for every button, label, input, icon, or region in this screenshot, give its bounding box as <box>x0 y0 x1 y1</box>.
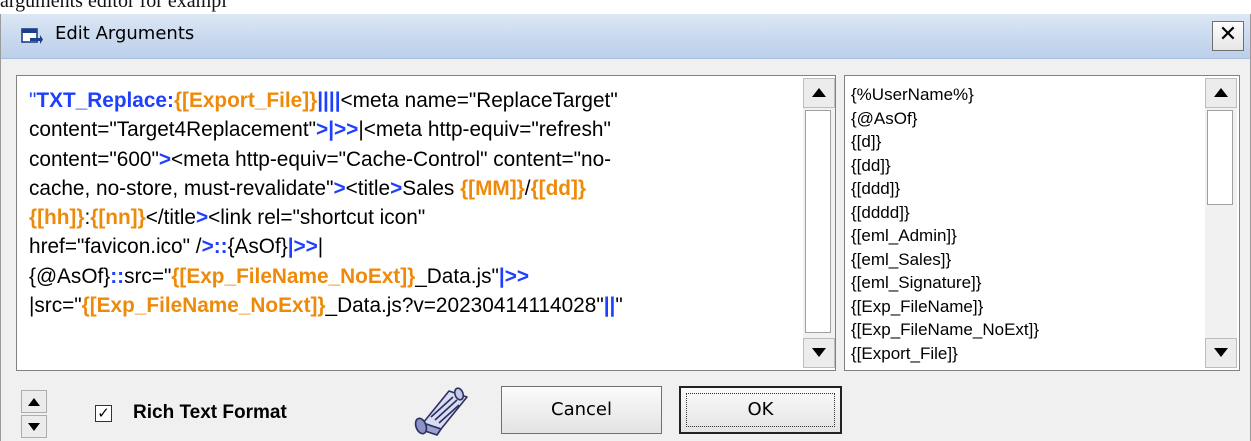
spin-down-button[interactable] <box>21 415 47 438</box>
list-scroll-down-button[interactable] <box>1205 338 1237 368</box>
editor-token: </title <box>145 206 196 230</box>
editor-token: >:: <box>201 235 228 259</box>
ok-button[interactable]: OK <box>679 386 842 434</box>
editor-token: {[dd]} <box>530 176 587 200</box>
editor-token: |>> <box>287 235 318 259</box>
editor-token: href="favicon.ico" / <box>29 235 202 259</box>
list-item[interactable]: {%UserName%} <box>851 83 1207 107</box>
editor-token: |<meta http-equiv="refresh" <box>358 118 611 142</box>
list-item[interactable]: {[ddd]} <box>851 177 1207 201</box>
editor-token: <meta http-equiv="Cache-Control" content… <box>171 147 612 171</box>
editor-token: {[nn]} <box>90 206 146 230</box>
arrow-down-icon <box>812 348 826 357</box>
editor-line: |src="{[Exp_FileName_NoExt]}_Data.js?v=2… <box>29 291 814 320</box>
list-scroll-thumb[interactable] <box>1207 110 1233 205</box>
editor-token: _Data.js?v=20230414114028" <box>325 294 604 318</box>
editor-token: " <box>615 294 623 318</box>
editor-token: _Data.js" <box>415 264 499 288</box>
editor-token: > <box>333 176 346 200</box>
editor-token: > <box>195 206 209 230</box>
cancel-button[interactable]: Cancel <box>501 386 662 434</box>
arrow-down-icon <box>28 423 40 431</box>
tokens-list-items: {%UserName%} {@AsOf} {[d]} {[dd]} {[ddd]} {[d… <box>851 83 1207 365</box>
edit-arguments-dialog: Edit Arguments ✕ "TXT_Replace:{[Export_F… <box>0 14 1251 441</box>
editor-token: > <box>390 176 403 200</box>
editor-line: content="Target4Replacement">|>>|<meta h… <box>29 115 814 144</box>
scroll-parchment-icon[interactable] <box>409 383 475 439</box>
arrow-up-icon <box>812 88 826 97</box>
editor-token: {AsOf} <box>227 235 288 259</box>
argument-tokens-list[interactable]: {%UserName%} {@AsOf} {[d]} {[dd]} {[ddd]} {[d… <box>844 75 1240 371</box>
editor-token: :: <box>110 264 125 288</box>
rich-text-format-checkbox[interactable]: ✓ <box>95 405 112 422</box>
editor-scroll-thumb[interactable] <box>805 110 831 333</box>
editor-token: Sales <box>402 176 461 200</box>
editor-token: {@AsOf} <box>29 264 111 288</box>
background-document-text: arguments editor for exampl <box>0 0 227 12</box>
title-bar[interactable]: Edit Arguments ✕ <box>1 14 1250 59</box>
list-vertical-scrollbar[interactable] <box>1205 78 1237 368</box>
list-item[interactable]: {[Exp_FileName]} <box>851 295 1207 319</box>
close-button[interactable]: ✕ <box>1212 21 1244 51</box>
dialog-edit-icon <box>21 28 43 44</box>
editor-token: content="Target4Replacement" <box>29 118 317 142</box>
ok-button-label: OK <box>686 393 835 427</box>
arguments-rich-text-editor[interactable]: " TXT_Replace:{[Export_File]}||||<meta na… <box>16 75 836 371</box>
editor-token: |||| <box>317 89 341 112</box>
list-item[interactable]: {[eml_Admin]} <box>851 224 1207 248</box>
editor-token: {[Exp_FileName_NoExt]} <box>81 294 326 318</box>
editor-text-content[interactable]: " TXT_Replace:{[Export_File]}||||<meta na… <box>29 86 814 320</box>
spin-button[interactable] <box>21 390 47 438</box>
editor-token: > <box>316 118 329 142</box>
list-item[interactable]: {[eml_Signature]} <box>851 271 1207 295</box>
editor-line: cache, no-store, must-revalidate"><title… <box>29 174 814 203</box>
editor-token: src=" <box>124 264 172 288</box>
editor-token: <meta name="ReplaceTarget" <box>340 89 618 112</box>
list-item[interactable]: {@AsOf} <box>851 107 1207 131</box>
list-item[interactable]: {[Export_File]} <box>851 342 1207 366</box>
editor-line: "TXT_Replace:{[Export_File]}||||<meta na… <box>29 86 814 115</box>
editor-token: |src=" <box>29 294 82 318</box>
editor-scroll-up-button[interactable] <box>803 78 835 108</box>
editor-token: |>> <box>498 264 530 288</box>
spin-up-button[interactable] <box>21 390 47 413</box>
editor-line: content="600"><meta http-equiv="Cache-Co… <box>29 145 814 174</box>
editor-token: || <box>603 294 616 318</box>
editor-line: {[hh]}:{[nn]}</title><link rel="shortcut… <box>29 203 814 232</box>
list-item[interactable]: {[Exp_FileName_NoExt]} <box>851 318 1207 342</box>
editor-vertical-scrollbar[interactable] <box>803 78 835 368</box>
list-item[interactable]: {[d]} <box>851 130 1207 154</box>
editor-token: | <box>317 235 324 259</box>
editor-line: {@AsOf}::src="{[Exp_FileName_NoExt]}_Dat… <box>29 262 814 291</box>
editor-token: {[Exp_FileName_NoExt]} <box>171 264 416 288</box>
list-scroll-up-button[interactable] <box>1205 78 1237 108</box>
editor-token: <title <box>345 176 391 200</box>
editor-token: {[Export_File]} <box>173 89 318 112</box>
editor-token: {[MM]} <box>460 176 525 200</box>
editor-token: content="600" <box>29 147 159 171</box>
dialog-title: Edit Arguments <box>55 23 195 44</box>
rich-text-format-label[interactable]: Rich Text Format <box>133 402 287 424</box>
editor-token: cache, no-store, must-revalidate" <box>29 176 334 200</box>
arrow-down-icon <box>1214 348 1228 357</box>
editor-token: <link rel="shortcut icon" <box>208 206 426 230</box>
list-item[interactable]: {[dd]} <box>851 154 1207 178</box>
editor-token: > <box>158 147 171 171</box>
editor-token: |>> <box>328 118 359 142</box>
editor-token: {[hh]} <box>29 206 85 230</box>
list-item[interactable]: {[dddd]} <box>851 201 1207 225</box>
editor-scroll-down-button[interactable] <box>803 338 835 368</box>
list-item[interactable]: {[eml_Sales]} <box>851 248 1207 272</box>
arrow-up-icon <box>28 398 40 406</box>
arrow-up-icon <box>1214 88 1228 97</box>
editor-token: TXT_Replace: <box>36 89 174 112</box>
editor-line: href="favicon.ico" />::{AsOf}|>>| <box>29 232 814 261</box>
